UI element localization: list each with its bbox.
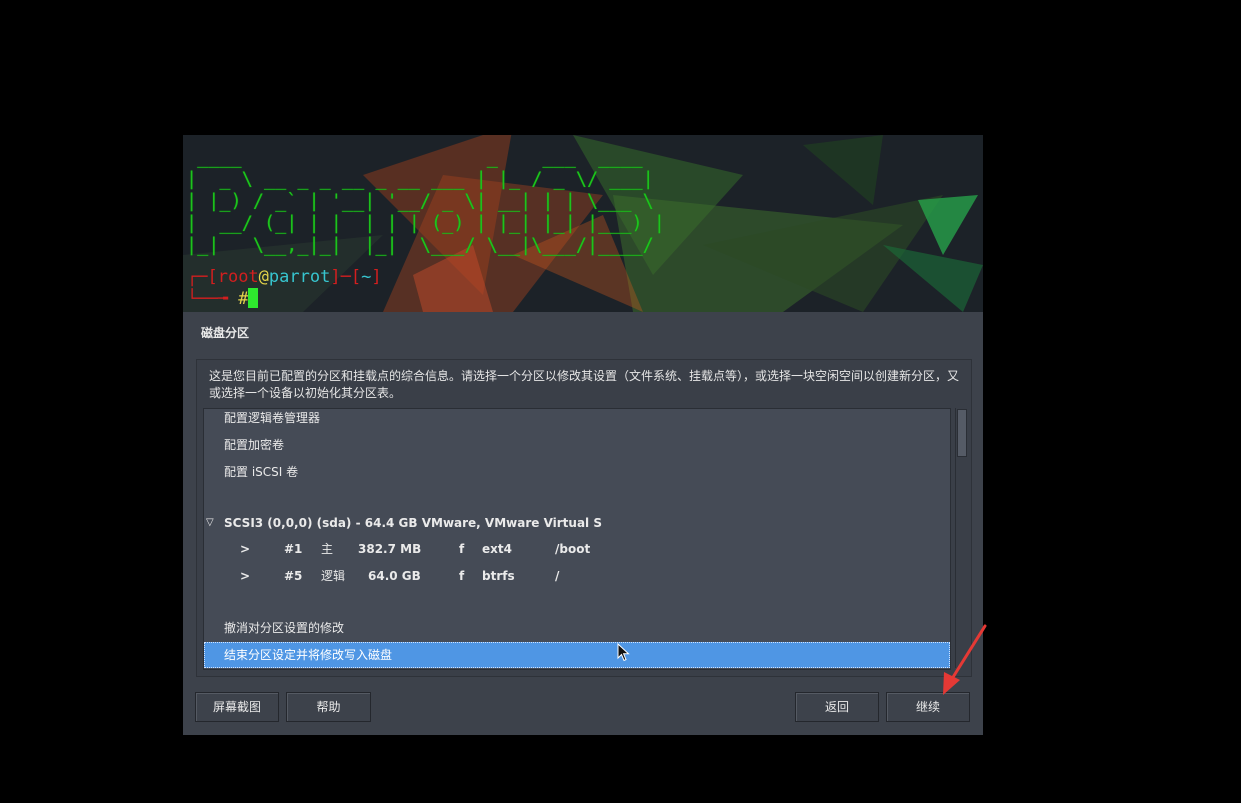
disk-row[interactable]: ▽ SCSI3 (0,0,0) (sda) - 64.4 GB VMware, … (204, 510, 950, 536)
list-item-crypto[interactable]: 配置加密卷 (204, 432, 950, 458)
list-item-undo[interactable]: 撤消对分区设置的修改 (204, 615, 950, 641)
disk-label: SCSI3 (0,0,0) (sda) - 64.4 GB VMware, VM… (224, 516, 602, 530)
mouse-pointer-icon (617, 643, 630, 662)
list-item-lvm[interactable]: 配置逻辑卷管理器 (204, 409, 950, 431)
partition-row-1[interactable]: > #1 主 382.7 MB f ext4 /boot (204, 536, 950, 562)
list-item-iscsi[interactable]: 配置 iSCSI 卷 (204, 459, 950, 485)
prompt-dir: ~ (361, 267, 372, 287)
terminal-prompt: ┌─[root@parrot]─[~] └──╼ # (187, 267, 382, 309)
red-arrow-icon (943, 624, 987, 695)
installer-window: 磁盘分区 这是您目前已配置的分区和挂载点的综合信息。请选择一个分区以修改其设置（… (183, 312, 983, 735)
back-button[interactable]: 返回 (795, 692, 879, 722)
scrollbar-thumb[interactable] (957, 409, 967, 457)
screenshot-button[interactable]: 屏幕截图 (195, 692, 279, 722)
terminal-cursor (248, 288, 259, 308)
help-button[interactable]: 帮助 (286, 692, 371, 722)
partition-list[interactable]: 配置逻辑卷管理器 配置加密卷 配置 iSCSI 卷 ▽ SCSI3 (0,0,0… (203, 408, 951, 670)
prompt-at: @ (258, 267, 269, 287)
prompt-symbol: # (238, 289, 249, 309)
prompt-host: parrot (268, 267, 331, 287)
partition-panel: 这是您目前已配置的分区和挂载点的综合信息。请选择一个分区以修改其设置（文件系统、… (196, 359, 972, 677)
expander-icon[interactable]: ▽ (206, 510, 214, 536)
prompt-user: root (217, 267, 259, 287)
parrotos-ascii-logo: ____ _ ___ ____ | _ \ __ _ _ __ _ __ ___… (186, 147, 665, 256)
description-text: 这是您目前已配置的分区和挂载点的综合信息。请选择一个分区以修改其设置（文件系统、… (209, 369, 960, 400)
list-item-finish[interactable]: 结束分区设定并将修改写入磁盘 (204, 642, 950, 668)
window-title: 磁盘分区 (201, 326, 250, 340)
partition-row-5[interactable]: > #5 逻辑 64.0 GB f btrfs / (204, 563, 950, 589)
desktop-background: ____ _ ___ ____ | _ \ __ _ _ __ _ __ ___… (183, 135, 983, 312)
